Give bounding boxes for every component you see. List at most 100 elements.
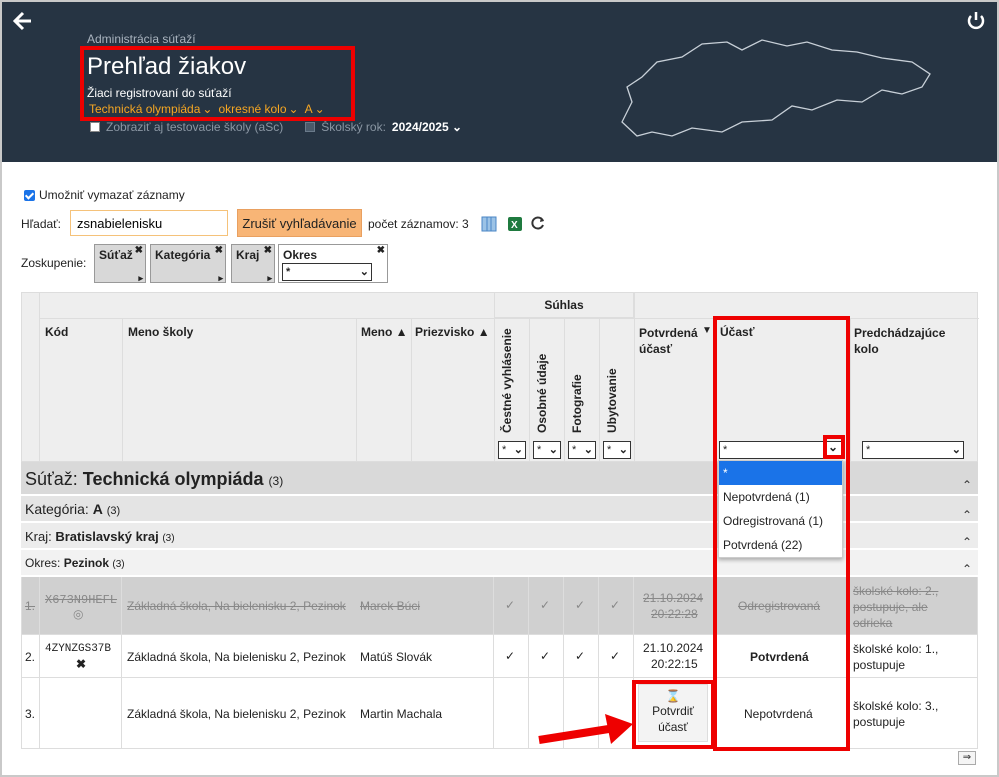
clear-search-button[interactable]: Zrušiť vyhľadávanie [237,209,362,237]
district-filter-select[interactable]: * ⌄ [282,263,372,281]
filter-lodging[interactable]: * ⌄ [603,441,631,459]
close-icon[interactable]: ✖ [76,657,86,671]
check-icon: ✓ [505,649,516,663]
col-previous-round[interactable]: Predchádzajúce kolo [854,325,964,357]
table-border [977,577,978,749]
school-year-checkbox[interactable] [305,122,316,132]
close-icon[interactable]: ✖ [264,245,272,256]
dropdown-option-unconfirmed[interactable]: Nepotvrdená (1) [719,485,842,509]
col-divider [121,577,122,749]
chevron-up-icon[interactable]: ⌃ [962,478,972,492]
allow-delete-label: Umožniť vymazať záznamy [39,188,185,202]
row-number: 2. [25,650,36,664]
round-select[interactable]: okresné kolo ⌄ [218,102,298,116]
col-divider [493,577,494,749]
check-icon: ✓ [610,598,621,612]
col-divider [356,318,357,461]
check-icon: ✓ [505,598,516,612]
sort-desc-icon[interactable]: ▼ [702,325,712,336]
col-divider [713,577,714,749]
chevron-up-icon[interactable]: ⌃ [962,535,972,549]
chevron-right-icon: ▸ [267,273,272,283]
power-icon[interactable] [965,10,987,32]
col-photos[interactable]: Fotografie [570,374,584,433]
check-icon: ✓ [575,649,586,663]
col-divider [39,577,40,749]
chevron-up-icon[interactable]: ⌃ [962,562,972,576]
contest-select[interactable]: Technická olympiáda ⌄ [89,102,212,116]
record-count: počet záznamov: 3 [368,217,469,231]
student-name[interactable]: Martin Machala [360,707,442,721]
col-divider [634,293,635,461]
participation-status: Odregistrovaná [738,599,821,613]
header-options: Zobraziť aj testovacie školy (aSc) Škols… [90,120,462,134]
table-row[interactable]: 2. 4ZYNZGS37B ✖ Základná škola, Na biele… [21,636,978,678]
allow-delete-checkbox[interactable] [24,189,35,201]
page-subtitle: Žiaci registrovaní do súťaží [87,86,232,100]
group-chip-contest[interactable]: Súťaž ✖ ▸ [94,244,146,283]
chevron-down-icon: ⌄ [288,102,299,116]
table-row[interactable]: 3. Základná škola, Na bielenisku 2, Pezi… [21,679,978,749]
search-input[interactable] [70,210,228,236]
filter-previous[interactable]: * ⌄ [862,441,964,459]
check-icon: ✓ [610,649,621,663]
col-participation[interactable]: Účasť [720,325,754,339]
confirm-participation-button[interactable]: ⌛ Potvrdiť účasť [638,684,708,742]
group-chip-region[interactable]: Kraj ✖ ▸ [231,244,275,283]
close-icon[interactable]: ✖ [215,245,223,256]
dropdown-option-all[interactable]: * [719,461,842,485]
col-divider [122,318,123,461]
excel-icon[interactable]: X [507,216,523,232]
col-last-name[interactable]: Priezvisko ▲ [415,325,490,339]
columns-icon[interactable] [481,216,497,232]
col-first-name[interactable]: Meno ▲ [361,325,408,339]
refresh-icon[interactable] [530,215,546,231]
dropdown-option-confirmed[interactable]: Potvrdená (22) [719,533,842,557]
breadcrumb[interactable]: Administrácia súťaží [87,32,196,46]
confirm-button-label: Potvrdiť účasť [652,704,694,734]
school-year-select[interactable]: 2024/2025 ⌄ [392,120,462,134]
close-icon[interactable]: ✖ [135,245,143,256]
close-icon[interactable]: ✖ [377,245,385,256]
page-header: Administrácia súťaží Prehľad žiakov Žiac… [2,2,997,162]
page-title: Prehľad žiakov [87,53,247,80]
student-code: X673N9HEFL [45,593,118,607]
col-divider [494,318,495,461]
chevron-up-icon[interactable]: ⌃ [962,508,972,522]
group-chip-category[interactable]: Kategória ✖ ▸ [150,244,226,283]
col-code[interactable]: Kód [45,325,68,339]
col-honest-declaration[interactable]: Čestné vyhlásenie [500,328,514,433]
participation-status: Potvrdená [750,650,809,664]
previous-round: školské kolo: 2., postupuje, ale odrieka [853,584,939,630]
chevron-down-icon[interactable]: ⌄ [828,440,838,454]
chevron-right-icon: ▸ [218,273,223,283]
dropdown-option-unregistered[interactable]: Odregistrovaná (1) [719,509,842,533]
col-personal-data[interactable]: Osobné údaje [535,354,549,433]
filter-personal[interactable]: * ⌄ [533,441,561,459]
allow-delete-row: Umožniť vymazať záznamy [24,188,185,202]
student-name[interactable]: Marek Búci [360,599,420,613]
category-select[interactable]: A ⌄ [305,102,325,116]
chevron-right-icon: ▸ [138,273,143,283]
col-lodging[interactable]: Ubytovanie [605,368,619,433]
svg-text:X: X [511,220,518,231]
hourglass-icon: ⌛ [665,689,681,703]
search-label: Hľadať: [21,217,62,231]
student-name[interactable]: Matúš Slovák [360,650,432,664]
confirmed-time: 20:22:15 [651,657,698,671]
col-school[interactable]: Meno školy [128,325,193,339]
school-year-label: Školský rok: [321,120,386,134]
consent-group-header: Súhlas [494,293,634,318]
test-schools-checkbox[interactable] [90,122,100,132]
school-name: Základná škola, Na bielenisku 2, Pezinok [127,650,346,664]
export-icon[interactable]: ⇒ [958,751,976,765]
filter-participation[interactable]: * [719,441,844,459]
globe-icon[interactable]: ◎ [73,607,83,621]
table-row[interactable]: 1. X673N9HEFL ◎ Základná škola, Na biele… [21,577,978,635]
confirmed-date: 21.10.2024 [643,641,704,655]
filter-honest[interactable]: * ⌄ [498,441,526,459]
back-arrow-icon[interactable] [12,10,36,34]
group-chip-district[interactable]: Okres ✖ * ⌄ [278,244,388,283]
row-number: 1. [25,599,36,613]
filter-photos[interactable]: * ⌄ [568,441,596,459]
